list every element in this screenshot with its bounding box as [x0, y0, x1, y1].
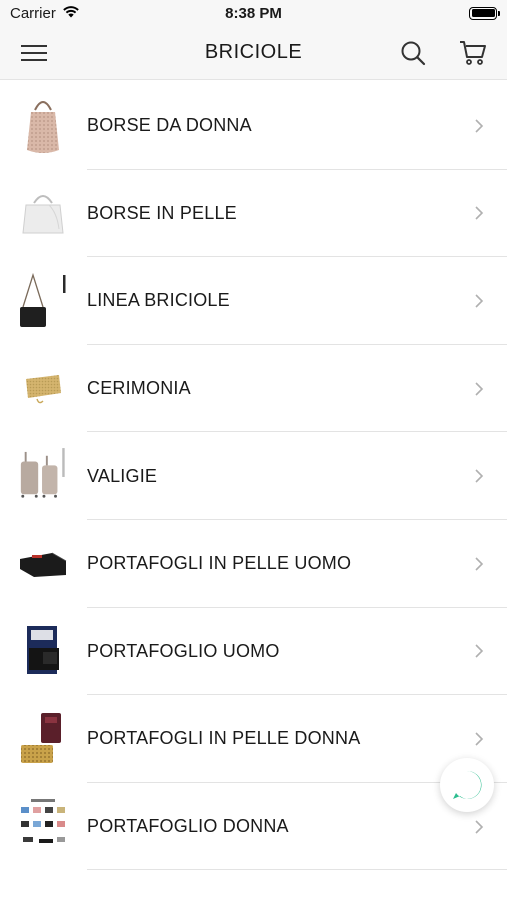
cart-button[interactable] — [457, 37, 489, 69]
handbag-thumbnail — [17, 95, 69, 157]
list-item[interactable]: PORTAFOGLIO DONNA — [0, 783, 507, 871]
category-label: CERIMONIA — [87, 378, 191, 399]
category-label: BORSE DA DONNA — [87, 115, 252, 136]
wifi-icon — [62, 5, 80, 22]
chevron-right-icon — [467, 381, 491, 397]
search-icon — [401, 41, 426, 65]
crossbody-bag-thumbnail — [17, 270, 69, 332]
chevron-right-icon — [467, 293, 491, 309]
nav-bar: BRICIOLE — [0, 26, 507, 80]
category-list: BORSE DA DONNA BORSE IN PELLE LINEA BRIC… — [0, 82, 507, 871]
category-label: PORTAFOGLI IN PELLE UOMO — [87, 553, 352, 574]
battery-icon — [469, 6, 500, 20]
divider — [87, 869, 507, 871]
leather-bag-thumbnail — [17, 182, 69, 244]
menu-button[interactable] — [18, 37, 50, 69]
chevron-right-icon — [467, 205, 491, 221]
chat-smiley-icon — [453, 770, 482, 799]
chevron-right-icon — [467, 643, 491, 659]
category-label: VALIGIE — [87, 465, 158, 486]
chevron-right-icon — [467, 468, 491, 484]
category-label: PORTAFOGLI IN PELLE DONNA — [87, 728, 361, 749]
women-wallet-thumbnail — [17, 708, 69, 770]
wallet-thumbnail — [17, 533, 69, 595]
category-label: LINEA BRICIOLE — [87, 290, 230, 311]
clutch-thumbnail — [17, 358, 69, 420]
list-item[interactable]: BORSE IN PELLE — [0, 170, 507, 258]
list-item[interactable]: VALIGIE — [0, 432, 507, 520]
list-item[interactable]: CERIMONIA — [0, 345, 507, 433]
suitcase-thumbnail — [17, 445, 69, 507]
status-left: Carrier — [10, 5, 80, 22]
search-button[interactable] — [397, 37, 429, 69]
list-item[interactable]: PORTAFOGLIO UOMO — [0, 608, 507, 696]
chevron-right-icon — [467, 819, 491, 835]
list-item[interactable]: BORSE DA DONNA — [0, 82, 507, 170]
wallet-box-thumbnail — [17, 620, 69, 682]
list-item[interactable]: PORTAFOGLI IN PELLE UOMO — [0, 520, 507, 608]
chevron-right-icon — [467, 556, 491, 572]
hamburger-icon — [21, 44, 47, 61]
list-item[interactable]: PORTAFOGLI IN PELLE DONNA — [0, 695, 507, 783]
chevron-right-icon — [467, 118, 491, 134]
cart-icon — [460, 40, 486, 65]
status-bar: Carrier 8:38 PM — [0, 0, 507, 26]
category-label: PORTAFOGLIO DONNA — [87, 816, 289, 837]
list-item[interactable]: LINEA BRICIOLE — [0, 257, 507, 345]
category-label: BORSE IN PELLE — [87, 202, 237, 223]
chevron-right-icon — [467, 731, 491, 747]
category-label: PORTAFOGLIO UOMO — [87, 640, 280, 661]
carrier-label: Carrier — [10, 4, 56, 22]
wallet-collection-thumbnail — [17, 796, 69, 858]
chat-button[interactable] — [440, 758, 494, 812]
